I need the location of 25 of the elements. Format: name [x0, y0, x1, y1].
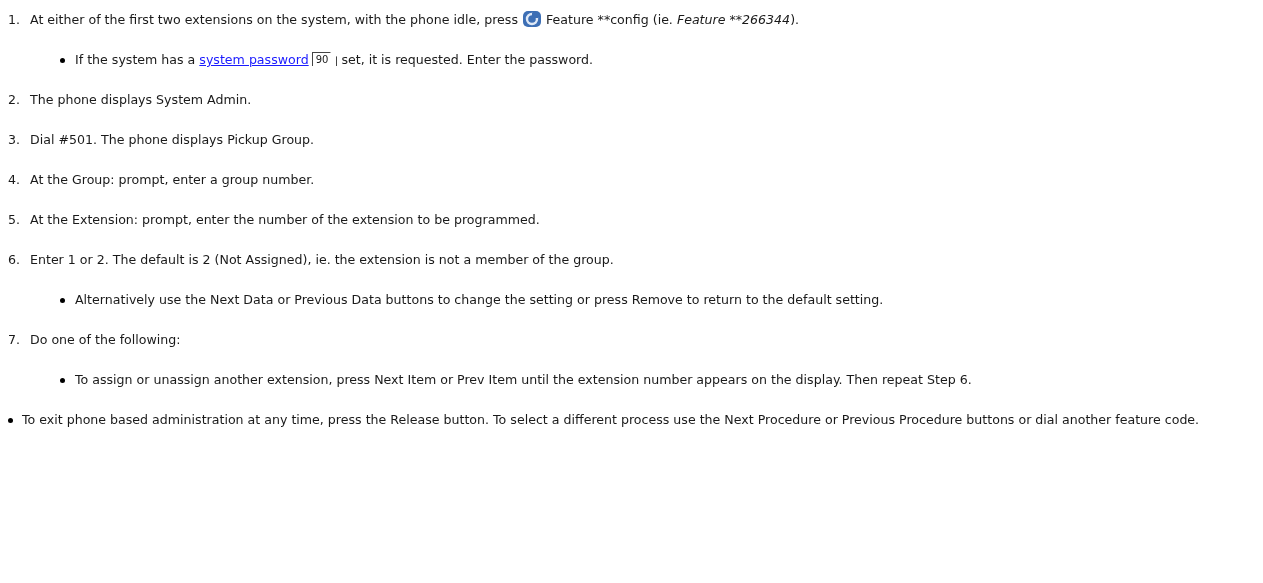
step-number: 2. — [8, 91, 22, 109]
instruction-text: At the Extension: prompt, enter the number of the extension to be programmed. — [30, 211, 541, 229]
step-number: 4. — [8, 171, 22, 189]
instruction-text: If the system has a system password 90 set, it is requested. Enter the password. — [75, 51, 595, 69]
instruction-text: At either of the first two extensions on the system, with the phone idle, press Feature **config (ie. Feature **266344). — [30, 9, 801, 30]
instruction-text: To exit phone based administration at any time, press the Release button. To select a different process use the Next Procedure or Previous Procedure buttons or dial another feature code. — [22, 411, 1201, 429]
step-number: 3. — [8, 131, 22, 149]
step-number: 6. — [8, 251, 22, 269]
bullet-icon — [60, 298, 65, 303]
page-reference-link[interactable]: 90 — [311, 52, 338, 66]
instruction-text: Dial #501. The phone displays Pickup Group. — [30, 131, 316, 149]
instruction-text: Enter 1 or 2. The default is 2 (Not Assigned), ie. the extension is not a member of the group. — [30, 251, 615, 269]
step-number: 5. — [8, 211, 22, 229]
feature-key-icon — [522, 10, 542, 28]
bullet-icon — [60, 378, 65, 383]
step-number: 1. — [8, 11, 22, 29]
step-number: 7. — [8, 331, 22, 349]
bullet-icon — [8, 418, 13, 423]
instruction-text: To assign or unassign another extension, press Next Item or Prev Item until the extension number appears on the display. Then repeat Step 6. — [75, 371, 973, 389]
system-password-link[interactable]: system password — [199, 52, 309, 67]
instruction-text: At the Group: prompt, enter a group number. — [30, 171, 316, 189]
instruction-text: Alternatively use the Next Data or Previous Data buttons to change the setting or press Remove to return to the default setting. — [75, 291, 885, 309]
bullet-icon — [60, 58, 65, 63]
instruction-text: Do one of the following: — [30, 331, 182, 349]
instruction-text: The phone displays System Admin. — [30, 91, 253, 109]
